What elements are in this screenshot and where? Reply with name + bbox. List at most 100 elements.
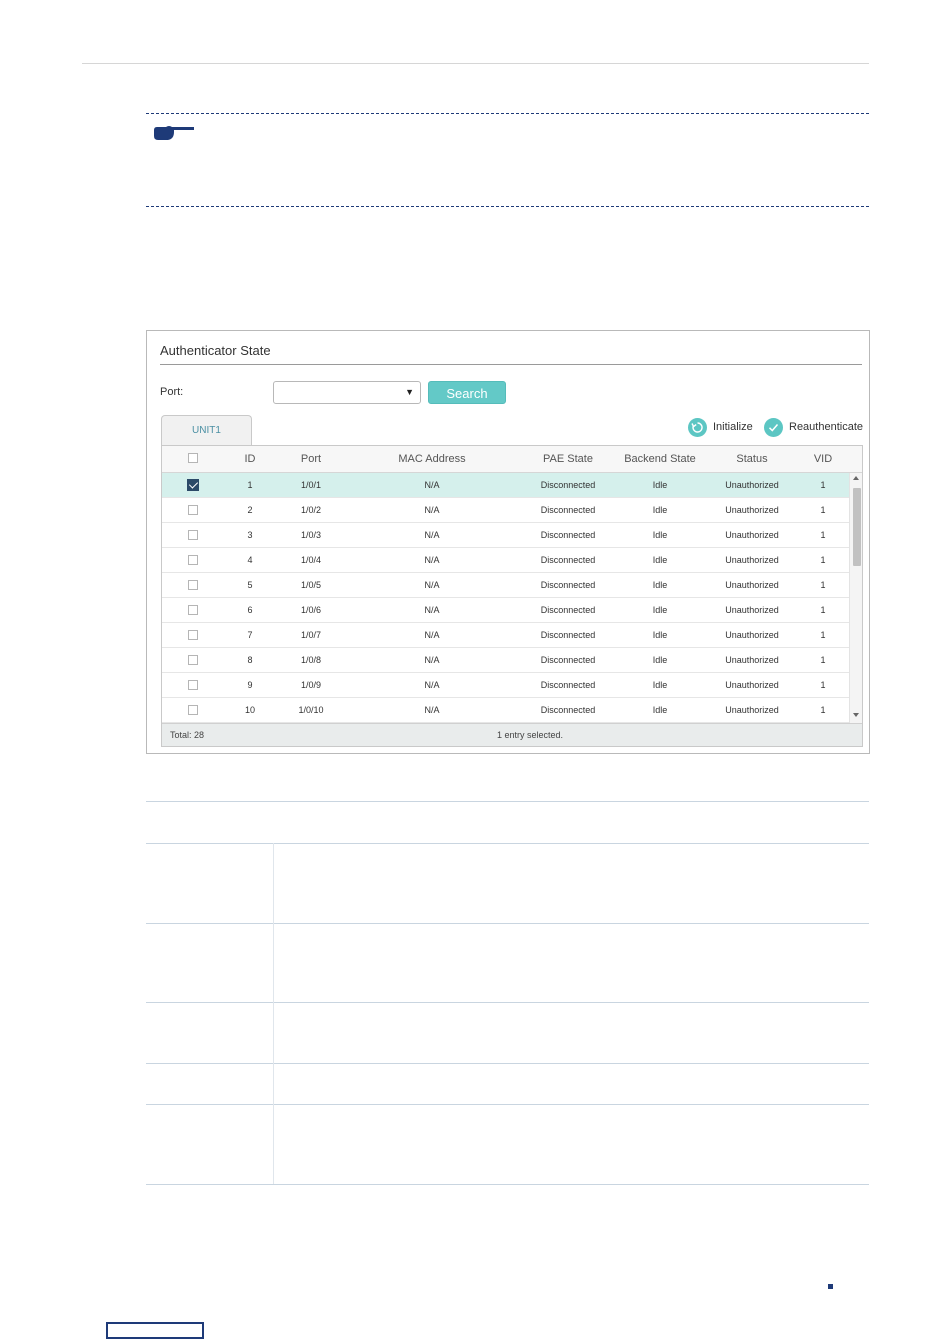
cell-status: Unauthorized	[725, 630, 779, 640]
cell-port: 1/0/5	[300, 580, 322, 590]
cell-port: 1/0/8	[300, 655, 322, 665]
column-header-status[interactable]: Status	[710, 446, 794, 473]
cell-status: Unauthorized	[725, 505, 779, 515]
row-checkbox[interactable]	[180, 698, 206, 723]
cell-pae-state: Disconnected	[540, 630, 596, 640]
cell-backend-state: Idle	[652, 480, 668, 490]
scroll-down-icon[interactable]	[853, 713, 859, 717]
table-rule	[146, 1104, 869, 1105]
table-rule	[146, 801, 869, 802]
cell-pae-state: Disconnected	[540, 480, 596, 490]
column-header-id[interactable]: ID	[232, 446, 268, 473]
cell-port: 1/0/3	[300, 530, 322, 540]
row-checkbox[interactable]	[180, 473, 206, 498]
cell-pae-state: Disconnected	[540, 530, 596, 540]
selection-count: 1 entry selected.	[497, 730, 564, 740]
table-row[interactable]: 5 1/0/5 N/A Disconnected Idle Unauthoriz…	[162, 573, 849, 598]
cell-backend-state: Idle	[652, 605, 668, 615]
cell-backend-state: Idle	[652, 630, 668, 640]
table-row[interactable]: 6 1/0/6 N/A Disconnected Idle Unauthoriz…	[162, 598, 849, 623]
row-checkbox[interactable]	[180, 648, 206, 673]
table-body: 1 1/0/1 N/A Disconnected Idle Unauthoriz…	[162, 473, 849, 723]
row-checkbox[interactable]	[180, 523, 206, 548]
cell-backend-state: Idle	[652, 530, 668, 540]
scroll-up-icon[interactable]	[853, 476, 859, 480]
initialize-button[interactable]: Initialize	[688, 417, 753, 437]
table-row[interactable]: 3 1/0/3 N/A Disconnected Idle Unauthoriz…	[162, 523, 849, 548]
row-checkbox[interactable]	[180, 573, 206, 598]
row-checkbox[interactable]	[180, 498, 206, 523]
cell-status: Unauthorized	[725, 605, 779, 615]
cell-status: Unauthorized	[725, 530, 779, 540]
tab-unit1[interactable]: UNIT1	[161, 415, 252, 446]
cell-id: 5	[247, 580, 253, 590]
cell-port: 1/0/4	[300, 555, 322, 565]
refresh-icon	[688, 417, 707, 437]
cell-mac: N/A	[424, 505, 440, 515]
cell-mac: N/A	[424, 480, 440, 490]
cell-id: 4	[247, 555, 253, 565]
select-all-checkbox[interactable]	[180, 446, 206, 473]
chevron-down-icon: ▼	[405, 387, 414, 397]
cell-vid: 1	[820, 655, 826, 665]
panel-title-rule	[160, 364, 862, 365]
cell-port: 1/0/7	[300, 630, 322, 640]
cell-mac: N/A	[424, 655, 440, 665]
cell-vid: 1	[820, 580, 826, 590]
note-bottom-rule	[146, 206, 869, 207]
scroll-thumb[interactable]	[853, 488, 861, 566]
cell-port: 1/0/9	[300, 680, 322, 690]
cell-port: 1/0/2	[300, 505, 322, 515]
table-row[interactable]: 1 1/0/1 N/A Disconnected Idle Unauthoriz…	[162, 473, 849, 498]
cell-id: 7	[247, 630, 253, 640]
table-row[interactable]: 8 1/0/8 N/A Disconnected Idle Unauthoriz…	[162, 648, 849, 673]
cell-mac: N/A	[424, 530, 440, 540]
port-select[interactable]: ▼	[273, 381, 421, 404]
cell-vid: 1	[820, 705, 826, 715]
cell-status: Unauthorized	[725, 480, 779, 490]
table-rule	[146, 1002, 869, 1003]
cell-vid: 1	[820, 480, 826, 490]
authenticator-table: ID Port MAC Address PAE State Backend St…	[161, 445, 863, 747]
page-header-rule	[82, 63, 869, 64]
search-button[interactable]: Search	[428, 381, 506, 404]
cell-mac: N/A	[424, 555, 440, 565]
row-checkbox[interactable]	[180, 673, 206, 698]
table-row[interactable]: 9 1/0/9 N/A Disconnected Idle Unauthoriz…	[162, 673, 849, 698]
table-column-divider	[273, 843, 274, 1184]
table-row[interactable]: 7 1/0/7 N/A Disconnected Idle Unauthoriz…	[162, 623, 849, 648]
row-checkbox[interactable]	[180, 548, 206, 573]
column-header-mac[interactable]: MAC Address	[382, 446, 482, 473]
pointing-hand-icon	[152, 124, 196, 144]
column-header-port[interactable]: Port	[283, 446, 339, 473]
cell-status: Unauthorized	[725, 580, 779, 590]
cell-pae-state: Disconnected	[540, 580, 596, 590]
cell-port: 1/0/1	[300, 480, 322, 490]
column-header-pae-state[interactable]: PAE State	[528, 446, 608, 473]
row-checkbox[interactable]	[180, 623, 206, 648]
cell-id: 10	[244, 705, 255, 715]
cell-pae-state: Disconnected	[540, 555, 596, 565]
cell-status: Unauthorized	[725, 655, 779, 665]
table-row[interactable]: 4 1/0/4 N/A Disconnected Idle Unauthoriz…	[162, 548, 849, 573]
table-rule	[146, 843, 869, 844]
cell-vid: 1	[820, 680, 826, 690]
cell-id: 2	[247, 505, 253, 515]
page-number-mark	[828, 1284, 833, 1289]
cell-backend-state: Idle	[652, 555, 668, 565]
table-row[interactable]: 2 1/0/2 N/A Disconnected Idle Unauthoriz…	[162, 498, 849, 523]
row-checkbox[interactable]	[180, 598, 206, 623]
cell-pae-state: Disconnected	[540, 505, 596, 515]
cell-pae-state: Disconnected	[540, 705, 596, 715]
table-row[interactable]: 10 1/0/10 N/A Disconnected Idle Unauthor…	[162, 698, 849, 723]
table-scrollbar[interactable]	[849, 473, 862, 723]
total-count: Total: 28	[170, 730, 205, 740]
cell-mac: N/A	[424, 605, 440, 615]
column-header-backend-state[interactable]: Backend State	[612, 446, 708, 473]
cell-vid: 1	[820, 530, 826, 540]
table-rule	[146, 923, 869, 924]
back-link-box[interactable]	[106, 1322, 204, 1339]
cell-mac: N/A	[424, 680, 440, 690]
column-header-vid[interactable]: VID	[802, 446, 844, 473]
reauthenticate-button[interactable]: Reauthenticate	[764, 417, 863, 437]
